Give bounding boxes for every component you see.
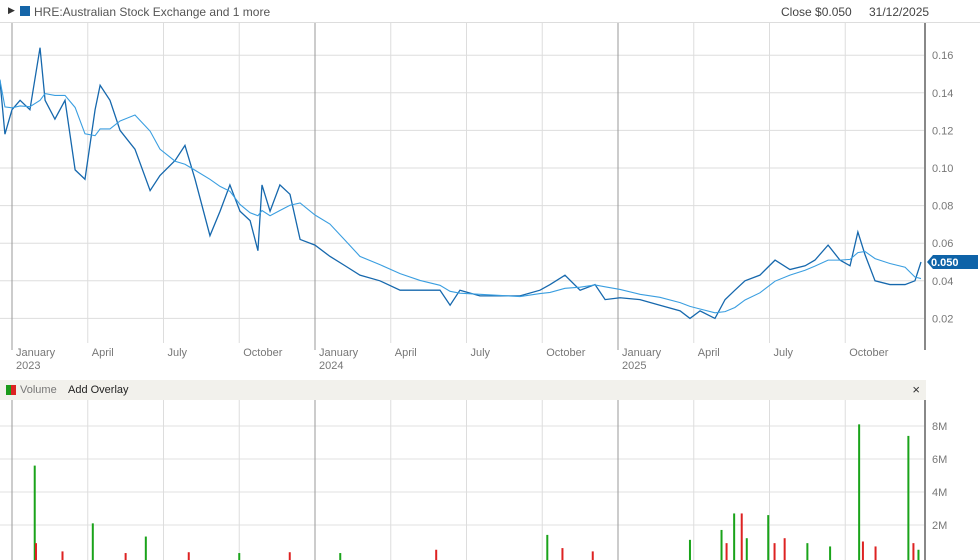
volume-header: Volume Add Overlay ×	[0, 380, 926, 400]
volume-bar	[61, 551, 64, 560]
x-tick-label: October	[243, 347, 282, 360]
y-tick-label: 4M	[932, 487, 947, 499]
volume-bar	[124, 553, 127, 560]
volume-bar	[288, 552, 291, 560]
year-label: 2023	[16, 360, 41, 372]
last-price-label: 0.050	[931, 257, 959, 269]
volume-bar	[858, 424, 861, 560]
x-tick-label: July	[774, 347, 794, 360]
month-label: October	[243, 347, 283, 359]
month-label: April	[91, 347, 114, 359]
volume-bar	[907, 435, 910, 560]
y-tick-label: 0.12	[932, 125, 953, 137]
volume-bar	[187, 552, 190, 560]
y-tick-label: 0.06	[932, 238, 953, 250]
month-label: January	[16, 347, 56, 359]
month-label: October	[546, 347, 586, 359]
current-date: 31/12/2025	[869, 5, 930, 19]
month-label: October	[849, 347, 889, 359]
y-tick-label: 0.16	[932, 50, 953, 62]
volume-bar	[561, 548, 564, 560]
volume-bar	[238, 553, 241, 560]
volume-bar	[725, 543, 728, 560]
volume-bar	[720, 529, 723, 560]
x-tick-label: January 2025	[622, 347, 661, 373]
volume-bar	[144, 536, 147, 560]
add-overlay-button[interactable]: Add Overlay	[68, 384, 129, 396]
volume-bar	[806, 543, 809, 560]
x-tick-label: April	[92, 347, 114, 360]
volume-label: Volume	[20, 384, 57, 396]
volume-bar	[435, 549, 438, 560]
x-tick-label: January 2023	[16, 347, 55, 373]
y-tick-label: 0.14	[932, 88, 953, 100]
volume-bar	[339, 553, 342, 560]
volume-bar	[546, 534, 549, 560]
x-tick-label: October	[849, 347, 888, 360]
y-tick-label: 0.04	[932, 276, 953, 288]
x-tick-label: April	[395, 347, 417, 360]
volume-bar	[733, 513, 736, 560]
month-label: January	[622, 347, 662, 359]
x-tick-label: October	[546, 347, 585, 360]
x-tick-label: January 2024	[319, 347, 358, 373]
y-tick-label: 0.08	[932, 201, 953, 213]
x-tick-label: July	[471, 347, 491, 360]
volume-bar	[767, 515, 770, 560]
month-label: July	[167, 347, 188, 359]
volume-chart[interactable]: 8M 6M 4M 2M	[0, 400, 980, 560]
volume-bar	[783, 538, 786, 560]
volume-bar	[688, 539, 691, 560]
y-tick-label: 8M	[932, 421, 947, 433]
price-chart[interactable]: 0.16 0.14 0.12 0.10 0.08 0.06 0.04 0.02 0.050	[0, 23, 980, 373]
x-tick-label: July	[168, 347, 188, 360]
volume-bar	[917, 549, 920, 560]
chart-header: ▶ HRE:Australian Stock Exchange and 1 mo…	[0, 0, 980, 23]
close-price: Close $0.050	[781, 5, 852, 19]
x-tick-label: April	[698, 347, 720, 360]
month-label: January	[319, 347, 359, 359]
volume-bar	[773, 543, 776, 560]
volume-bar	[34, 543, 37, 560]
series-color-swatch	[20, 6, 30, 16]
month-label: April	[394, 347, 417, 359]
y-tick-label: 0.02	[932, 313, 953, 325]
year-label: 2024	[319, 360, 344, 372]
y-tick-label: 0.10	[932, 163, 953, 175]
y-tick-label: 6M	[932, 454, 947, 466]
volume-bar	[861, 541, 864, 560]
moving-average-line	[0, 79, 922, 314]
month-label: July	[773, 347, 794, 359]
volume-down-swatch	[11, 385, 16, 395]
close-icon[interactable]: ×	[912, 382, 920, 397]
volume-bar	[91, 523, 94, 560]
volume-bar	[740, 513, 743, 560]
volume-bar	[912, 543, 915, 560]
year-label: 2025	[622, 360, 647, 372]
volume-bar	[745, 538, 748, 560]
month-label: July	[470, 347, 491, 359]
volume-bar	[591, 551, 594, 560]
volume-bar	[874, 546, 877, 560]
y-tick-label: 2M	[932, 520, 947, 532]
month-label: April	[697, 347, 720, 359]
expand-icon[interactable]: ▶	[8, 5, 15, 16]
series-label[interactable]: HRE:Australian Stock Exchange and 1 more	[34, 5, 270, 19]
volume-bar	[829, 546, 832, 560]
